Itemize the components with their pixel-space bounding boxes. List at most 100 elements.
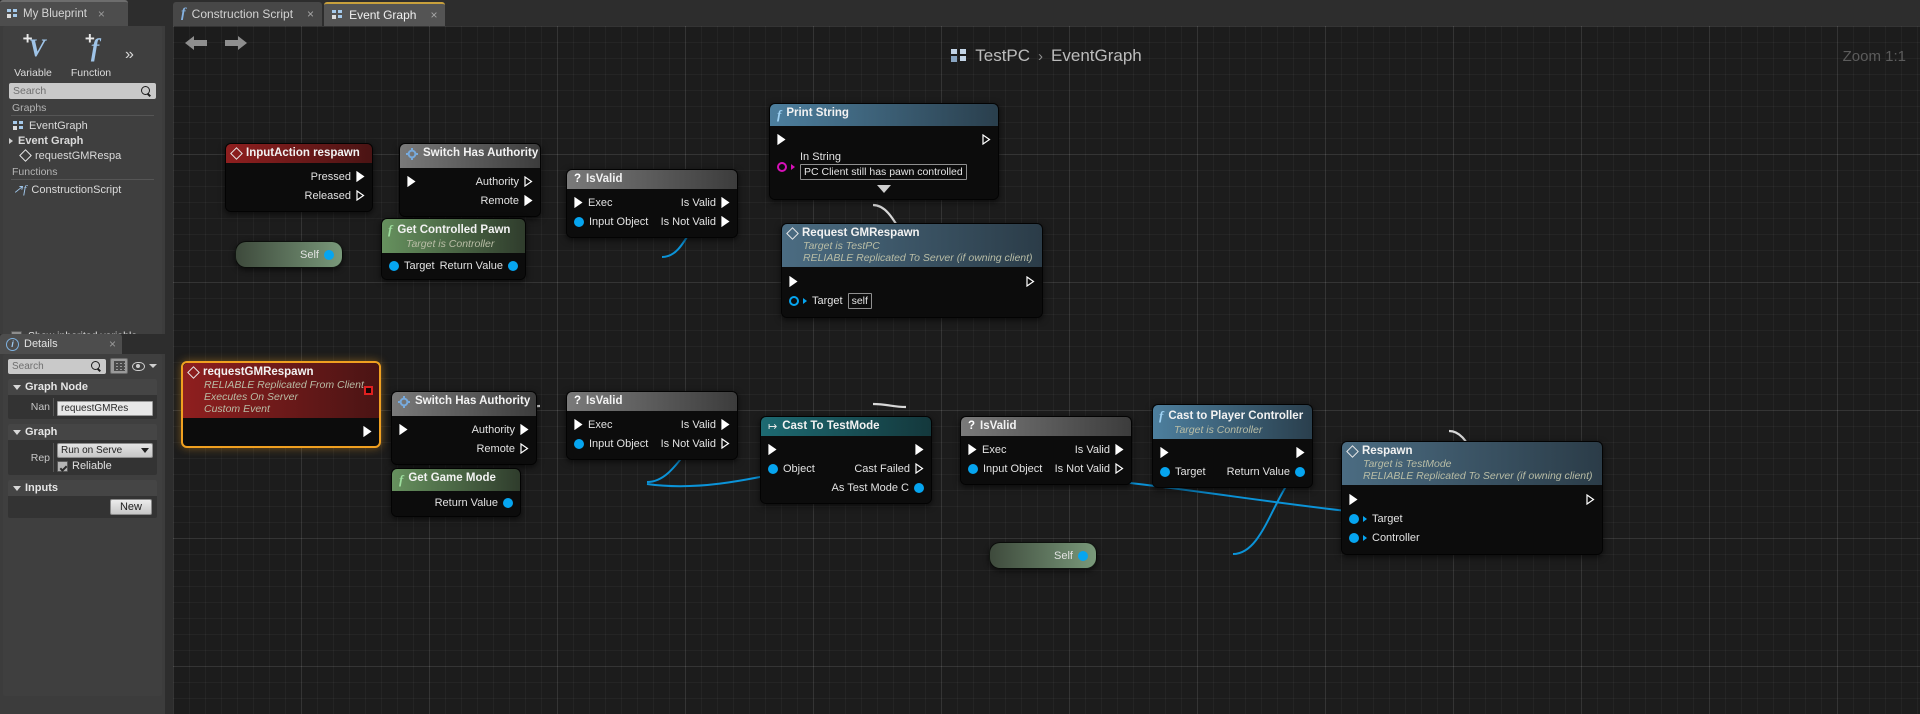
pin-exec[interactable]: Exec — [574, 197, 612, 209]
node-input-action-respawn[interactable]: InputAction respawn Pressed Released — [225, 143, 373, 212]
exec-pin-icon[interactable] — [1026, 276, 1035, 287]
pin-target[interactable]: Target — [389, 260, 435, 272]
pin-object[interactable]: Object — [768, 463, 815, 475]
tree-item-eventgraph[interactable]: EventGraph — [3, 118, 162, 133]
exec-pin-icon[interactable] — [1160, 447, 1169, 458]
data-pin-icon[interactable] — [1349, 513, 1359, 524]
exec-pin-icon[interactable] — [1296, 447, 1305, 458]
pin-return-value[interactable]: Return Value — [1227, 466, 1305, 478]
node-name-input[interactable] — [57, 401, 153, 416]
exec-pin-icon[interactable] — [721, 216, 730, 227]
node-switch-has-authority-2[interactable]: Switch Has Authority Authority Remote — [391, 391, 537, 465]
close-icon[interactable]: × — [430, 8, 437, 22]
data-pin-icon[interactable] — [789, 295, 799, 306]
data-pin-icon[interactable] — [768, 463, 778, 474]
eye-icon[interactable] — [132, 361, 145, 371]
pin-exec-in[interactable] — [777, 134, 786, 145]
node-get-controlled-pawn[interactable]: f Get Controlled Pawn Target is Controll… — [381, 218, 526, 280]
pin-remote[interactable]: Remote — [476, 443, 529, 455]
exec-pin-icon[interactable] — [982, 134, 991, 145]
breadcrumb-root[interactable]: TestPC — [975, 46, 1030, 66]
pin-pressed[interactable]: Pressed — [311, 171, 365, 183]
exec-pin-icon[interactable] — [1115, 444, 1124, 455]
target-value[interactable]: self — [847, 292, 872, 309]
red-square-pin-icon[interactable] — [364, 386, 373, 395]
pin-input-object[interactable]: Input Object — [968, 463, 1042, 475]
pin-target[interactable]: Target — [1160, 466, 1206, 478]
pin-exec-out[interactable] — [1586, 494, 1595, 505]
expander-tri-icon[interactable] — [9, 137, 13, 144]
exec-pin-icon[interactable] — [968, 444, 977, 455]
tree-item-event-graph[interactable]: Event Graph — [3, 133, 162, 148]
data-pin-icon[interactable] — [324, 249, 334, 260]
node-custom-event-requestgmrespawn[interactable]: requestGMRespawn RELIABLE Replicated Fro… — [181, 361, 381, 448]
data-pin-icon[interactable] — [574, 438, 584, 449]
data-pin-icon[interactable] — [503, 497, 513, 508]
node-isvalid-1[interactable]: ? IsValid Exec Is Valid Input Object Is … — [566, 169, 738, 238]
node-cast-to-testmode[interactable]: ↦ Cast To TestMode Object Cast Failed As… — [760, 416, 932, 504]
node-isvalid-3[interactable]: ? IsValid Exec Is Valid Input Object Is … — [960, 416, 1132, 485]
data-pin-icon[interactable] — [968, 463, 978, 474]
data-pin-icon[interactable] — [1349, 532, 1359, 543]
node-respawn[interactable]: Respawn Target is TestMode RELIABLE Repl… — [1341, 441, 1603, 555]
tab-my-blueprint[interactable]: My Blueprint × — [0, 0, 128, 26]
node-self-1[interactable]: Self — [235, 241, 343, 268]
node-get-game-mode[interactable]: f Get Game Mode Return Value — [391, 468, 521, 517]
pin-is-not-valid[interactable]: Is Not Valid — [1055, 463, 1124, 475]
pin-exec-in[interactable] — [1160, 447, 1169, 458]
pin-exec-out[interactable] — [915, 444, 924, 455]
pin-released[interactable]: Released — [305, 190, 365, 202]
tab-event-graph[interactable]: Event Graph × — [324, 2, 446, 26]
close-icon[interactable]: × — [98, 7, 105, 21]
tab-construction-script[interactable]: f Construction Script × — [173, 2, 323, 26]
exec-pin-icon[interactable] — [789, 276, 798, 287]
pin-input-object[interactable]: Input Object — [574, 216, 648, 228]
chevron-down-icon[interactable] — [770, 184, 998, 193]
pin-remote[interactable]: Remote — [480, 195, 533, 207]
exec-pin-icon[interactable] — [1586, 494, 1595, 505]
breadcrumb-leaf[interactable]: EventGraph — [1051, 46, 1142, 66]
pin-is-not-valid[interactable]: Is Not Valid — [661, 438, 730, 450]
in-string-value[interactable]: PC Client still has pawn controlled — [800, 164, 967, 180]
node-self-2[interactable]: Self — [989, 542, 1097, 569]
pin-exec[interactable]: Exec — [574, 419, 612, 431]
exec-pin-icon[interactable] — [574, 419, 583, 430]
exec-pin-icon[interactable] — [574, 197, 583, 208]
pin-exec-in[interactable] — [399, 424, 408, 435]
checkbox-icon[interactable] — [57, 460, 68, 472]
node-cast-to-player-controller[interactable]: f Cast to Player Controller Target is Co… — [1152, 404, 1313, 488]
pin-exec-out[interactable] — [1296, 447, 1305, 458]
add-function-button[interactable]: + f Function — [67, 29, 115, 79]
exec-pin-icon[interactable] — [524, 176, 533, 187]
data-pin-icon[interactable] — [389, 260, 399, 271]
exec-pin-icon[interactable] — [721, 438, 730, 449]
pin-is-not-valid[interactable]: Is Not Valid — [661, 216, 730, 228]
grid-view-icon[interactable] — [110, 358, 128, 374]
forward-arrow-icon[interactable] — [223, 32, 249, 54]
exec-pin-icon[interactable] — [768, 444, 777, 455]
reliable-checkbox-row[interactable]: Reliable — [57, 460, 153, 472]
pin-as-test-mode-c[interactable]: As Test Mode C — [832, 482, 924, 494]
chevron-down-icon[interactable] — [149, 364, 157, 368]
details-search[interactable] — [8, 358, 106, 374]
new-input-button[interactable]: New — [109, 499, 152, 515]
pin-is-valid[interactable]: Is Valid — [1075, 444, 1124, 456]
exec-pin-icon[interactable] — [520, 424, 529, 435]
tab-details[interactable]: i Details × — [0, 334, 122, 354]
section-inputs-header[interactable]: Inputs — [8, 480, 157, 496]
pin-is-valid[interactable]: Is Valid — [681, 197, 730, 209]
exec-pin-icon[interactable] — [407, 176, 416, 187]
exec-pin-icon[interactable] — [1349, 494, 1358, 505]
string-pin-icon[interactable] — [777, 162, 787, 172]
data-pin-icon[interactable] — [508, 260, 518, 271]
exec-pin-icon[interactable] — [524, 195, 533, 206]
tree-item-constructionscript[interactable]: ↗f ConstructionScript — [3, 182, 162, 197]
exec-pin-icon[interactable] — [915, 444, 924, 455]
event-graph-canvas[interactable]: TestPC › EventGraph Zoom 1:1 InputAction… — [173, 26, 1920, 714]
pin-exec-in[interactable] — [789, 276, 798, 287]
pin-exec-out[interactable] — [363, 426, 372, 437]
search-input[interactable] — [13, 85, 141, 97]
exec-pin-icon[interactable] — [356, 171, 365, 182]
exec-pin-icon[interactable] — [915, 463, 924, 474]
replication-dropdown[interactable]: Run on Serve — [57, 443, 153, 458]
